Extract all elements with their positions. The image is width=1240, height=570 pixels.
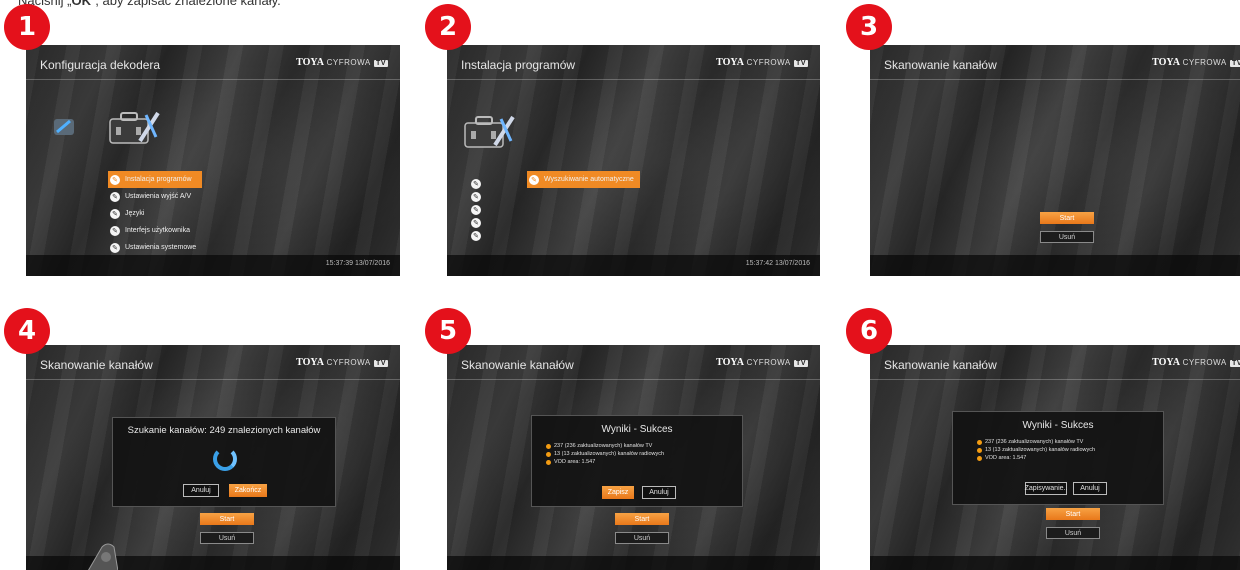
wrench-icon: ✎: [110, 191, 120, 202]
divider: [870, 79, 1240, 80]
setup-menu: ✎ Instalacja programów ✎ Ustawienia wyjść …: [108, 171, 203, 256]
remove-button[interactable]: Usuń: [1040, 231, 1094, 243]
result-vod: VOD area: 1.547: [977, 454, 1095, 462]
dialog-title: Wyniki - Sukces: [1022, 420, 1094, 431]
step-badge-6: 6: [846, 308, 892, 354]
screen-title: Instalacja programów: [461, 58, 576, 72]
divider: [447, 79, 820, 80]
screen-step-1: Konfiguracja dekodera TOYA CYFROWA TV ✎ I…: [26, 45, 400, 276]
step-badge-3: 3: [846, 4, 892, 50]
footer-bar: [447, 556, 820, 570]
bullet-icon: [977, 455, 982, 461]
loading-spinner-icon: [213, 447, 237, 471]
start-button[interactable]: Start: [200, 513, 254, 525]
toya-logo: TOYA CYFROWA TV: [296, 57, 388, 68]
remote-control-icon: [88, 543, 118, 570]
toya-logo: TOYA CYFROWA TV: [716, 357, 808, 368]
divider: [447, 379, 820, 380]
step-badge-5: 5: [425, 308, 471, 354]
result-vod: VOD area: 1.547: [546, 458, 664, 466]
cancel-button[interactable]: Anuluj: [642, 486, 676, 499]
wrench-icon: ✎: [110, 174, 120, 185]
satellite-icon: [54, 119, 74, 135]
toya-logo: TOYA CYFROWA TV: [1152, 57, 1240, 68]
instruction-text: Naciśnij „OK”, aby zapisać znalezione ka…: [18, 0, 281, 8]
save-button[interactable]: Zapisz: [602, 486, 634, 499]
timestamp: 15:37:42 13/07/2016: [745, 260, 810, 267]
divider: [26, 379, 400, 380]
step-badge-4: 4: [4, 308, 50, 354]
bullet-icon: [977, 447, 982, 453]
saving-status: Zapisywanie..: [1025, 482, 1067, 495]
toolbox-icon: [109, 111, 160, 144]
results-list: 237 (236 zaktualizowanych) kanałów TV 13…: [546, 442, 664, 466]
footer-bar: [870, 556, 1240, 570]
screen-title: Skanowanie kanałów: [884, 58, 997, 72]
bullet-icon: [977, 439, 982, 445]
side-bullets: ✎ ✎ ✎ ✎ ✎: [471, 173, 486, 241]
result-radio: 13 (13 zaktualizowanych) kanałów radiowy…: [546, 450, 664, 458]
results-dialog: Wyniki - Sukces 237 (236 zaktualizowanyc…: [952, 411, 1164, 505]
menu-item-jezyki[interactable]: ✎ Języki: [108, 205, 202, 222]
result-radio: 13 (13 zaktualizowanych) kanałów radiowy…: [977, 446, 1095, 454]
menu-item-systemowe[interactable]: ✎ Ustawienia systemowe: [108, 239, 202, 256]
toolbox-icon: [464, 115, 515, 148]
results-list: 237 (236 zaktualizowanych) kanałów TV 13…: [977, 438, 1095, 462]
dialog-title: Szukanie kanałów: 249 znalezionych kanał…: [127, 425, 321, 436]
divider: [870, 379, 1240, 380]
menu-item-av[interactable]: ✎ Ustawienia wyjść A/V: [108, 188, 202, 205]
screen-title: Skanowanie kanałów: [884, 358, 997, 372]
dialog-title: Wyniki - Sukces: [601, 424, 673, 435]
screen-step-3: Skanowanie kanałów TOYA CYFROWA TV Start…: [870, 45, 1240, 276]
screen-step-2: Instalacja programów TOYA CYFROWA TV ✎ ✎…: [447, 45, 820, 276]
step-badge-1: 1: [4, 4, 50, 50]
step-badge-2: 2: [425, 4, 471, 50]
results-dialog: Wyniki - Sukces 237 (236 zaktualizowanyc…: [531, 415, 743, 507]
menu-item-interfejs[interactable]: ✎ Interfejs użytkownika: [108, 222, 202, 239]
screen-title: Konfiguracja dekodera: [40, 58, 161, 72]
wrench-icon: ✎: [110, 242, 120, 253]
toya-logo: TOYA CYFROWA TV: [716, 57, 808, 68]
footer-bar: [870, 255, 1240, 276]
remove-button[interactable]: Usuń: [200, 532, 254, 544]
install-menu: ✎ Wyszukiwanie automatyczne: [527, 171, 640, 188]
result-tv: 237 (236 zaktualizowanych) kanałów TV: [977, 438, 1095, 446]
wrench-icon: ✎: [110, 208, 120, 219]
toya-logo: TOYA CYFROWA TV: [296, 357, 388, 368]
screen-step-6: Skanowanie kanałów TOYA CYFROWA TV Wynik…: [870, 345, 1240, 570]
screen-step-5: Skanowanie kanałów TOYA CYFROWA TV Wynik…: [447, 345, 820, 570]
scanning-dialog: Szukanie kanałów: 249 znalezionych kanał…: [112, 417, 336, 507]
start-button[interactable]: Start: [1046, 508, 1100, 520]
menu-item-auto-search[interactable]: ✎ Wyszukiwanie automatyczne: [527, 171, 640, 188]
bullet-icon: [546, 443, 551, 449]
screen-title: Skanowanie kanałów: [461, 358, 574, 372]
footer-bar: 15:37:39 13/07/2016: [26, 255, 400, 276]
start-button[interactable]: Start: [615, 513, 669, 525]
toya-logo: TOYA CYFROWA TV: [1152, 357, 1240, 368]
divider: [26, 79, 400, 80]
finish-button[interactable]: Zakończ: [229, 484, 267, 497]
cancel-button[interactable]: Anuluj: [183, 484, 219, 497]
footer-bar: [26, 556, 400, 570]
timestamp: 15:37:39 13/07/2016: [325, 260, 390, 267]
start-button[interactable]: Start: [1040, 212, 1094, 224]
cancel-button[interactable]: Anuluj: [1073, 482, 1107, 495]
wrench-icon: ✎: [471, 231, 481, 241]
wrench-icon: ✎: [110, 225, 120, 236]
remove-button[interactable]: Usuń: [615, 532, 669, 544]
footer-bar: 15:37:42 13/07/2016: [447, 255, 820, 276]
wrench-icon: ✎: [529, 174, 539, 185]
remove-button[interactable]: Usuń: [1046, 527, 1100, 539]
menu-item-instalacja[interactable]: ✎ Instalacja programów: [108, 171, 203, 188]
bullet-icon: [546, 459, 551, 465]
bullet-icon: [546, 451, 551, 457]
screen-title: Skanowanie kanałów: [40, 358, 153, 372]
result-tv: 237 (236 zaktualizowanych) kanałów TV: [546, 442, 664, 450]
screen-step-4: Skanowanie kanałów TOYA CYFROWA TV Szuka…: [26, 345, 400, 570]
